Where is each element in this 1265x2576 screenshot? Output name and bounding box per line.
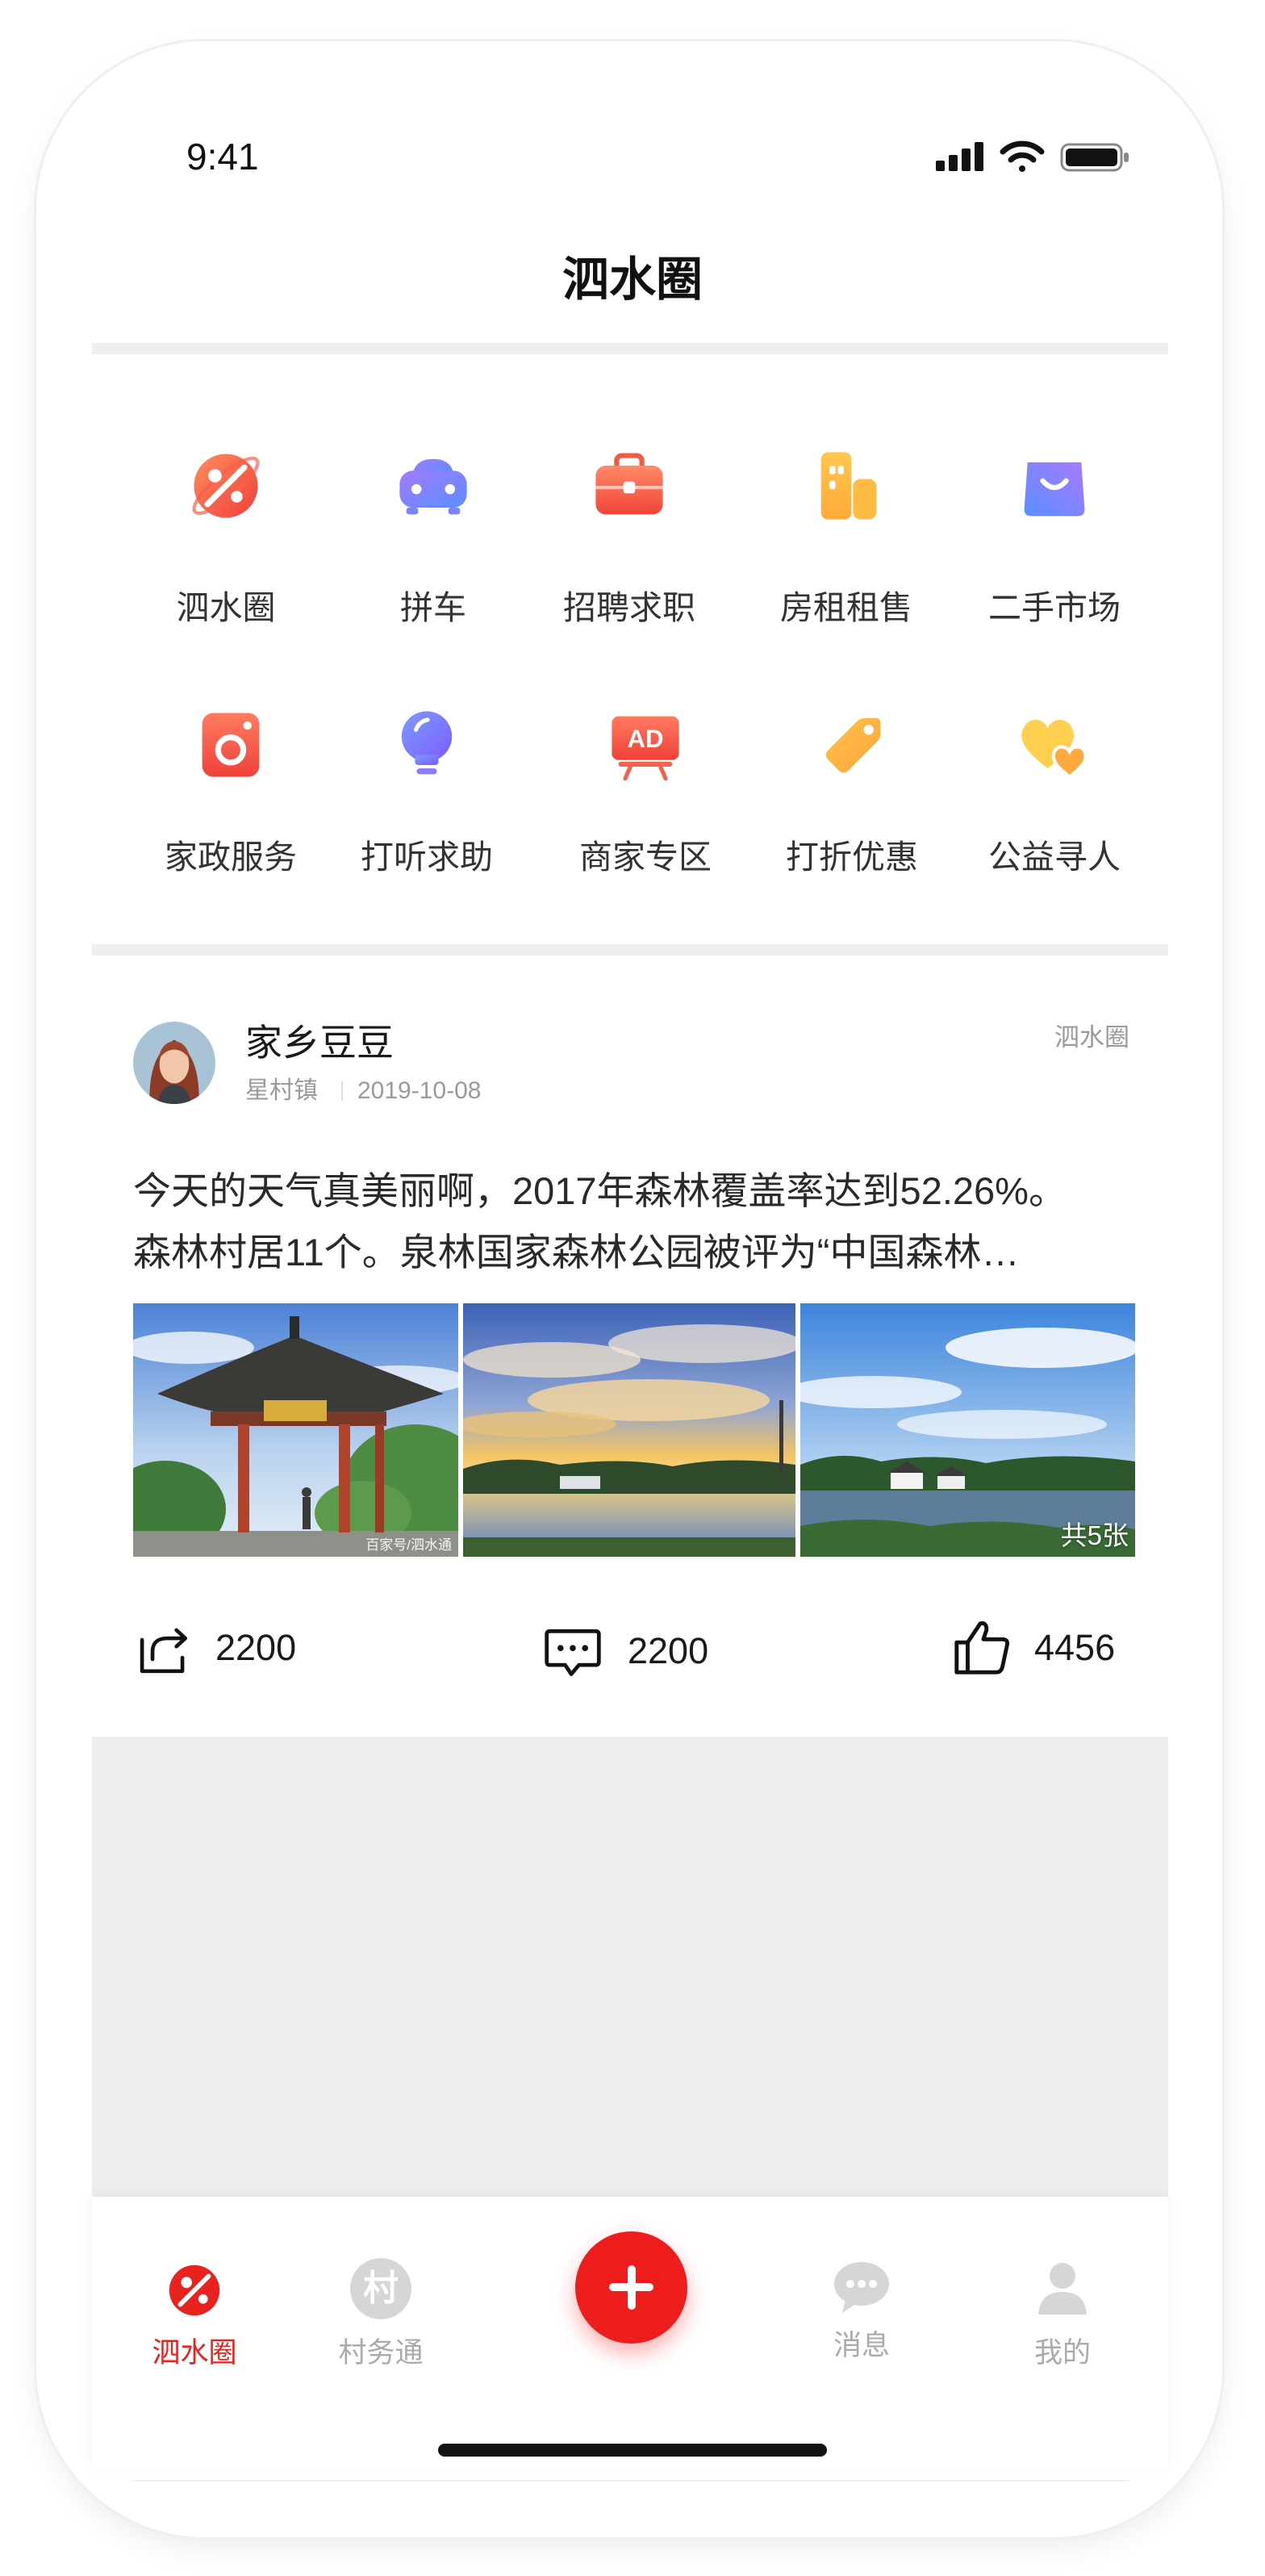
category-ask-help[interactable]: 打听求助 [330,703,524,889]
comment-icon[interactable] [542,1620,603,1682]
category-housekeeping[interactable]: 家政服务 [134,703,328,889]
planet-icon[interactable] [163,2259,226,2322]
sunset-lake-photo [463,1303,795,1557]
battery-icon [1060,143,1129,172]
tab-me[interactable]: 我的 [982,2337,1143,2369]
image-count-label: 共5张 [1060,1520,1129,1550]
wifi-icon [1000,140,1045,172]
post-image[interactable]: 共5张 [800,1303,1135,1557]
feed-empty-area [92,1737,1168,2197]
chat-bubble-icon[interactable] [829,2255,894,2319]
category-discounts[interactable]: 打折优惠 [755,703,949,889]
washing-machine-icon [189,703,273,787]
category-label: 打折优惠 [786,838,918,876]
shopping-bag-icon [1012,444,1096,528]
category-label: 打听求助 [361,838,493,876]
category-label: 泗水圈 [176,589,276,626]
status-icons [936,139,1129,174]
category-carpool[interactable]: 拼车 [336,444,530,629]
car-icon [391,444,475,528]
price-tag-icon [810,703,894,787]
post-date: 2019-10-08 [357,1077,482,1104]
category-label: 商家专区 [579,838,712,876]
photo-watermark: 百家号/泗水通 [365,1537,452,1553]
post-author[interactable]: 家乡豆豆 [245,1020,394,1065]
divider [133,2480,1129,2482]
category-label: 房租租售 [780,589,912,626]
add-post-button[interactable] [575,2231,687,2344]
post-image[interactable] [463,1303,795,1557]
ad-icon-text: AD [627,725,663,753]
planet-icon [184,444,268,528]
category-label: 二手市场 [988,589,1121,626]
tab-sishuiquan[interactable]: 泗水圈 [114,2337,275,2369]
category-jobs[interactable]: 招聘求职 [532,444,726,629]
category-sishuiquan[interactable]: 泗水圈 [129,444,323,629]
plus-icon [628,2265,636,2310]
lightbulb-icon [385,703,469,787]
like-icon[interactable] [950,1616,1013,1679]
post-channel[interactable]: 泗水圈 [928,1022,1129,1053]
meta-separator [341,1081,343,1101]
pavilion-photo [133,1303,458,1557]
divider [92,343,1168,354]
home-indicator[interactable] [438,2444,827,2457]
category-label: 拼车 [400,589,466,626]
category-rental[interactable]: 房租租售 [749,444,943,629]
signal-icon [936,142,983,171]
share-count: 2200 [215,1627,297,1668]
briefcase-icon [587,444,671,528]
category-label: 家政服务 [165,838,297,876]
village-icon[interactable]: 村 [350,2258,411,2319]
post-text-line[interactable]: 今天的天气真美丽啊，2017年森林覆盖率达到52.26%。 [133,1160,1142,1222]
category-label: 公益寻人 [988,838,1121,876]
buildings-icon [804,444,888,528]
avatar[interactable] [133,1022,215,1104]
post-location: 星村镇 [245,1077,318,1104]
category-second-hand[interactable]: 二手市场 [958,444,1151,629]
status-time: 9:41 [186,136,259,178]
category-merchants[interactable]: AD 商家专区 [549,703,742,889]
post-image[interactable]: 百家号/泗水通 [133,1303,458,1557]
person-icon[interactable] [1030,2255,1095,2319]
category-label: 招聘求职 [563,589,695,626]
category-charity[interactable]: 公益寻人 [958,703,1151,889]
ad-board-icon: AD [603,703,687,787]
share-icon[interactable] [133,1619,193,1679]
hearts-icon [1012,703,1096,787]
tab-village-affairs[interactable]: 村务通 [300,2337,461,2369]
lakeside-village-photo [800,1303,1135,1557]
like-count: 4456 [1034,1627,1116,1668]
page-title: 泗水圈 [562,253,703,306]
post-text-line[interactable]: 森林村居11个。泉林国家森林公园被评为“中国森林… [133,1222,1142,1283]
divider [92,944,1168,956]
tab-messages[interactable]: 消息 [781,2330,942,2362]
comment-count: 2200 [628,1630,709,1671]
